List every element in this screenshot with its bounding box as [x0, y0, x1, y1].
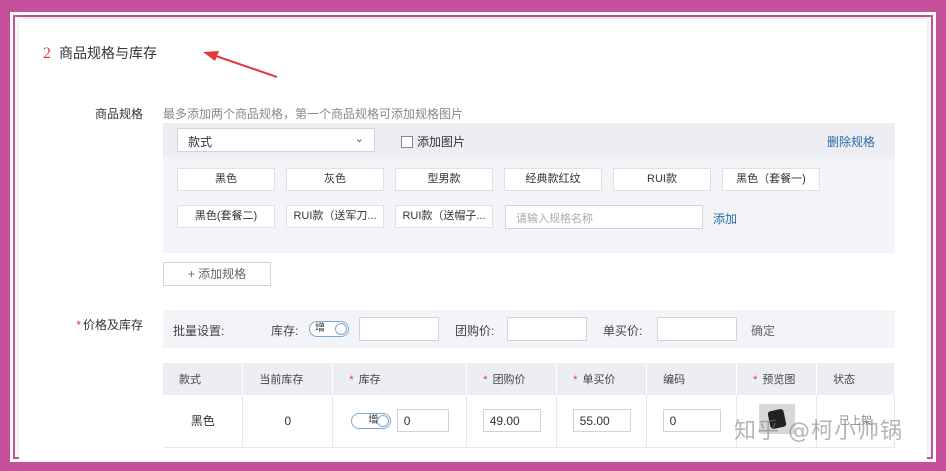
spec-value-chip[interactable]: 经典款红纹	[504, 168, 602, 191]
header-status: 状态	[816, 363, 895, 395]
cell-current-stock: 0	[242, 395, 334, 448]
batch-confirm-button[interactable]: 确定	[751, 322, 775, 339]
toggle-knob	[376, 414, 389, 427]
spec-value-chip[interactable]: 黑色（套餐一)	[722, 168, 820, 191]
delete-spec-link[interactable]: 删除规格	[827, 133, 875, 150]
header-style: 款式	[163, 363, 244, 395]
header-current-stock: 当前库存	[242, 363, 334, 395]
header-stock: * 库存	[332, 363, 468, 395]
cell-stock: 增0	[332, 395, 468, 448]
row-stock-toggle[interactable]: 增	[350, 412, 391, 429]
price-stock-label-text: 价格及库存	[82, 318, 143, 332]
batch-unit-price-input[interactable]	[657, 317, 737, 341]
table-header-row: 款式 当前库存 * 库存 * 团购价 * 单买价 编码 * 预览图 状态	[163, 363, 895, 395]
checkbox-icon	[401, 135, 413, 148]
spec-editor: 款式 ⌄ 添加图片 删除规格 黑色 灰色 型男款 经典款红纹 RUI款 黑色（套…	[163, 123, 895, 253]
batch-stock-input[interactable]	[359, 317, 439, 341]
spec-value-chip[interactable]: RUI款（送军刀...	[286, 205, 384, 228]
chevron-down-icon: ⌄	[354, 133, 364, 145]
batch-group-price-label: 团购价:	[455, 324, 495, 338]
row-code-input[interactable]: 0	[662, 409, 721, 433]
cell-code: 0	[646, 395, 738, 448]
add-spec-button[interactable]: + 添加规格	[163, 262, 271, 286]
row-unit-price-input[interactable]: 55.00	[572, 409, 631, 433]
batch-settings: 批量设置: 库存: 增 团购价: 单买价: 确定	[163, 310, 895, 348]
batch-stock-toggle[interactable]: 增	[309, 321, 349, 337]
header-group-price: * 团购价	[466, 363, 558, 395]
batch-stock-label: 库存:	[271, 324, 299, 338]
spec-value-chip[interactable]: 黑色	[177, 168, 275, 191]
spec-header: 款式 ⌄ 添加图片 删除规格	[163, 123, 895, 157]
header-stock-text: 库存	[358, 374, 381, 386]
add-image-checkbox[interactable]: 添加图片	[401, 133, 465, 150]
cell-unit-price: 55.00	[556, 395, 648, 448]
header-preview-text: 预览图	[762, 374, 796, 386]
screenshot-frame: 2 商品规格与库存 商品规格 最多添加两个商品规格，第一个商品规格可添加规格图片 …	[10, 12, 936, 462]
batch-toggle-label: 增	[315, 323, 325, 334]
row-group-price-input[interactable]: 49.00	[482, 409, 541, 433]
spec-value-chip[interactable]: 型男款	[395, 168, 493, 191]
batch-unit-price-label: 单买价:	[603, 324, 643, 338]
header-unit-price: * 单买价	[556, 363, 648, 395]
price-stock-label: * 价格及库存	[76, 318, 143, 332]
spec-type-value: 款式	[188, 135, 213, 149]
spec-value-chip[interactable]: 黑色(套餐二)	[177, 205, 275, 228]
add-image-label: 添加图片	[417, 135, 466, 149]
add-spec-value-link[interactable]: 添加	[713, 210, 737, 227]
batch-group-price-input[interactable]	[507, 317, 587, 341]
watermark: 知乎 @柯小帅锅	[734, 419, 903, 444]
red-arrow-annotation	[203, 51, 278, 78]
spec-name-input[interactable]: 请输入规格名称	[505, 205, 703, 229]
form-panel: 2 商品规格与库存 商品规格 最多添加两个商品规格，第一个商品规格可添加规格图片 …	[19, 19, 927, 459]
cell-group-price: 49.00	[466, 395, 558, 448]
toggle-knob	[335, 323, 347, 335]
header-preview: * 预览图	[736, 363, 818, 395]
spec-hint: 最多添加两个商品规格，第一个商品规格可添加规格图片	[163, 107, 464, 121]
header-group-price-text: 团购价	[492, 374, 526, 386]
cell-style: 黑色	[163, 395, 244, 448]
batch-label: 批量设置:	[173, 324, 225, 338]
header-code: 编码	[646, 363, 738, 395]
spec-label: 商品规格	[94, 107, 143, 121]
spec-value-chip[interactable]: 灰色	[286, 168, 384, 191]
section-title-text: 商品规格与库存	[59, 47, 157, 62]
spec-value-chip[interactable]: RUI款（送帽子...	[395, 205, 493, 228]
section-number: 2	[43, 45, 51, 62]
header-unit-price-text: 单买价	[582, 374, 616, 386]
section-title: 2 商品规格与库存	[43, 43, 157, 63]
row-stock-input[interactable]: 0	[396, 409, 449, 433]
spec-type-select[interactable]: 款式 ⌄	[177, 128, 375, 152]
spec-value-chip[interactable]: RUI款	[613, 168, 711, 191]
